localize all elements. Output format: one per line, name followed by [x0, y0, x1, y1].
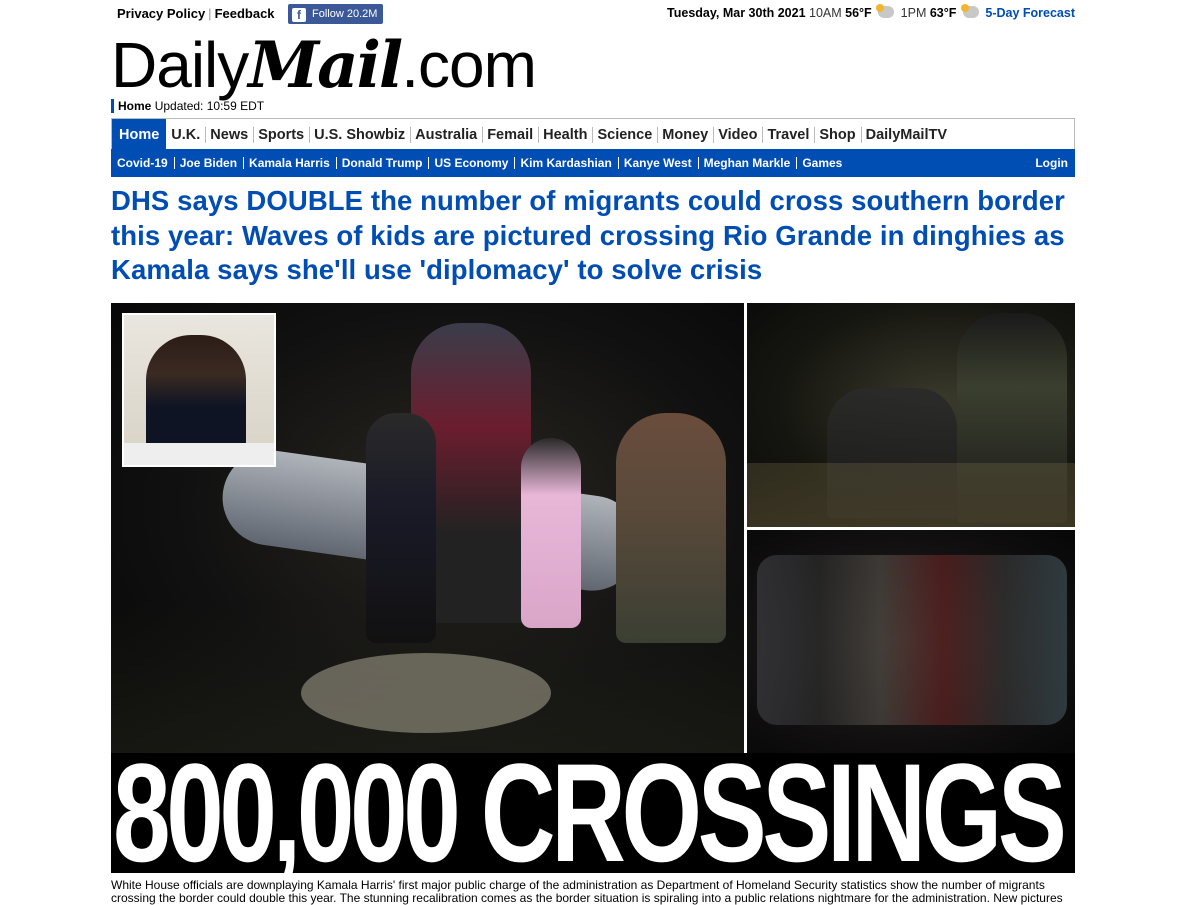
subnav-kanye-west[interactable]: Kanye West: [617, 149, 698, 177]
privacy-policy-link[interactable]: Privacy Policy: [117, 6, 205, 21]
facebook-icon: f: [292, 8, 306, 22]
rock-shape: [301, 653, 551, 733]
subnav-joe-biden[interactable]: Joe Biden: [173, 149, 243, 177]
girl-left-figure: [366, 413, 436, 643]
site-logo[interactable]: DailyMail.com: [111, 29, 537, 101]
weather-am-temp: 56°F: [845, 6, 872, 20]
headline-banner: 800,000 CROSSINGS THIS YEAR: [111, 753, 1075, 873]
article-intro: White House officials are downplaying Ka…: [111, 878, 1063, 905]
subnav-us-economy[interactable]: US Economy: [428, 149, 514, 177]
nav-video[interactable]: Video: [713, 119, 762, 149]
nav-travel[interactable]: Travel: [762, 119, 814, 149]
login-link[interactable]: Login: [1035, 149, 1068, 177]
article-photo-collage[interactable]: [111, 303, 1075, 753]
separator: |: [208, 6, 212, 21]
facebook-follower-count: 20.2M: [346, 8, 378, 20]
main-photo: [111, 303, 744, 753]
nav-shop[interactable]: Shop: [814, 119, 860, 149]
updated-time: Updated: 10:59 EDT: [154, 99, 265, 113]
nav-home[interactable]: Home: [112, 119, 167, 149]
girl-right-figure: [521, 438, 581, 628]
nav-australia[interactable]: Australia: [410, 119, 482, 149]
main-nav: Home U.K. News Sports U.S. Showbiz Austr…: [111, 118, 1075, 149]
subnav-meghan-markle[interactable]: Meghan Markle: [697, 149, 797, 177]
logo-com: .com: [401, 29, 537, 101]
article-headline[interactable]: DHS says DOUBLE the number of migrants c…: [111, 184, 1075, 288]
inset-desk: [124, 443, 274, 465]
weather-am-time: 10AM: [809, 6, 842, 20]
nav-dailymailtv[interactable]: DailyMailTV: [860, 119, 952, 149]
man-figure: [616, 413, 726, 643]
bottom-right-photo: [747, 530, 1075, 753]
subnav-kim-kardashian[interactable]: Kim Kardashian: [514, 149, 617, 177]
nav-science[interactable]: Science: [592, 119, 657, 149]
nav-femail[interactable]: Femail: [482, 119, 538, 149]
feedback-link[interactable]: Feedback: [215, 6, 275, 21]
nav-health[interactable]: Health: [538, 119, 592, 149]
nav-news[interactable]: News: [205, 119, 253, 149]
subnav-donald-trump[interactable]: Donald Trump: [335, 149, 429, 177]
updated-home-link[interactable]: Home: [118, 99, 151, 113]
nav-money[interactable]: Money: [657, 119, 713, 149]
line-of-migrants: [757, 555, 1067, 725]
top-right-photo: [747, 303, 1075, 527]
sub-nav: Covid-19 Joe Biden Kamala Harris Donald …: [111, 149, 1075, 177]
banner-text: 800,000 CROSSINGS THIS YEAR: [113, 753, 1075, 873]
nav-us-showbiz[interactable]: U.S. Showbiz: [309, 119, 410, 149]
nav-uk[interactable]: U.K.: [166, 119, 205, 149]
five-day-forecast-link[interactable]: 5-Day Forecast: [985, 6, 1075, 20]
inset-photo-kamala: [122, 313, 276, 467]
current-date: Tuesday, Mar 30th 2021: [667, 6, 806, 20]
subnav-kamala-harris[interactable]: Kamala Harris: [243, 149, 336, 177]
cloudy-icon: [960, 4, 979, 18]
subnav-games[interactable]: Games: [796, 149, 848, 177]
date-weather: Tuesday, Mar 30th 2021 10AM 56°F 1PM 63°…: [667, 4, 1075, 20]
top-bar: Privacy Policy | Feedback f Follow 20.2M Tu…: [111, 0, 1075, 28]
updated-line: Home Updated: 10:59 EDT: [111, 99, 264, 113]
weather-pm-temp: 63°F: [929, 6, 957, 20]
logo-mail: Mail: [248, 28, 403, 103]
logo-daily: Daily: [111, 29, 249, 101]
ground-shape: [747, 463, 1075, 527]
partly-cloudy-icon: [876, 4, 895, 18]
weather-pm-time: 1PM: [900, 6, 927, 20]
subnav-covid-19[interactable]: Covid-19: [111, 149, 174, 177]
facebook-follow-button[interactable]: f Follow 20.2M: [288, 4, 384, 24]
nav-sports[interactable]: Sports: [253, 119, 309, 149]
facebook-follow-label: Follow: [312, 8, 344, 20]
top-links: Privacy Policy | Feedback: [117, 6, 275, 21]
